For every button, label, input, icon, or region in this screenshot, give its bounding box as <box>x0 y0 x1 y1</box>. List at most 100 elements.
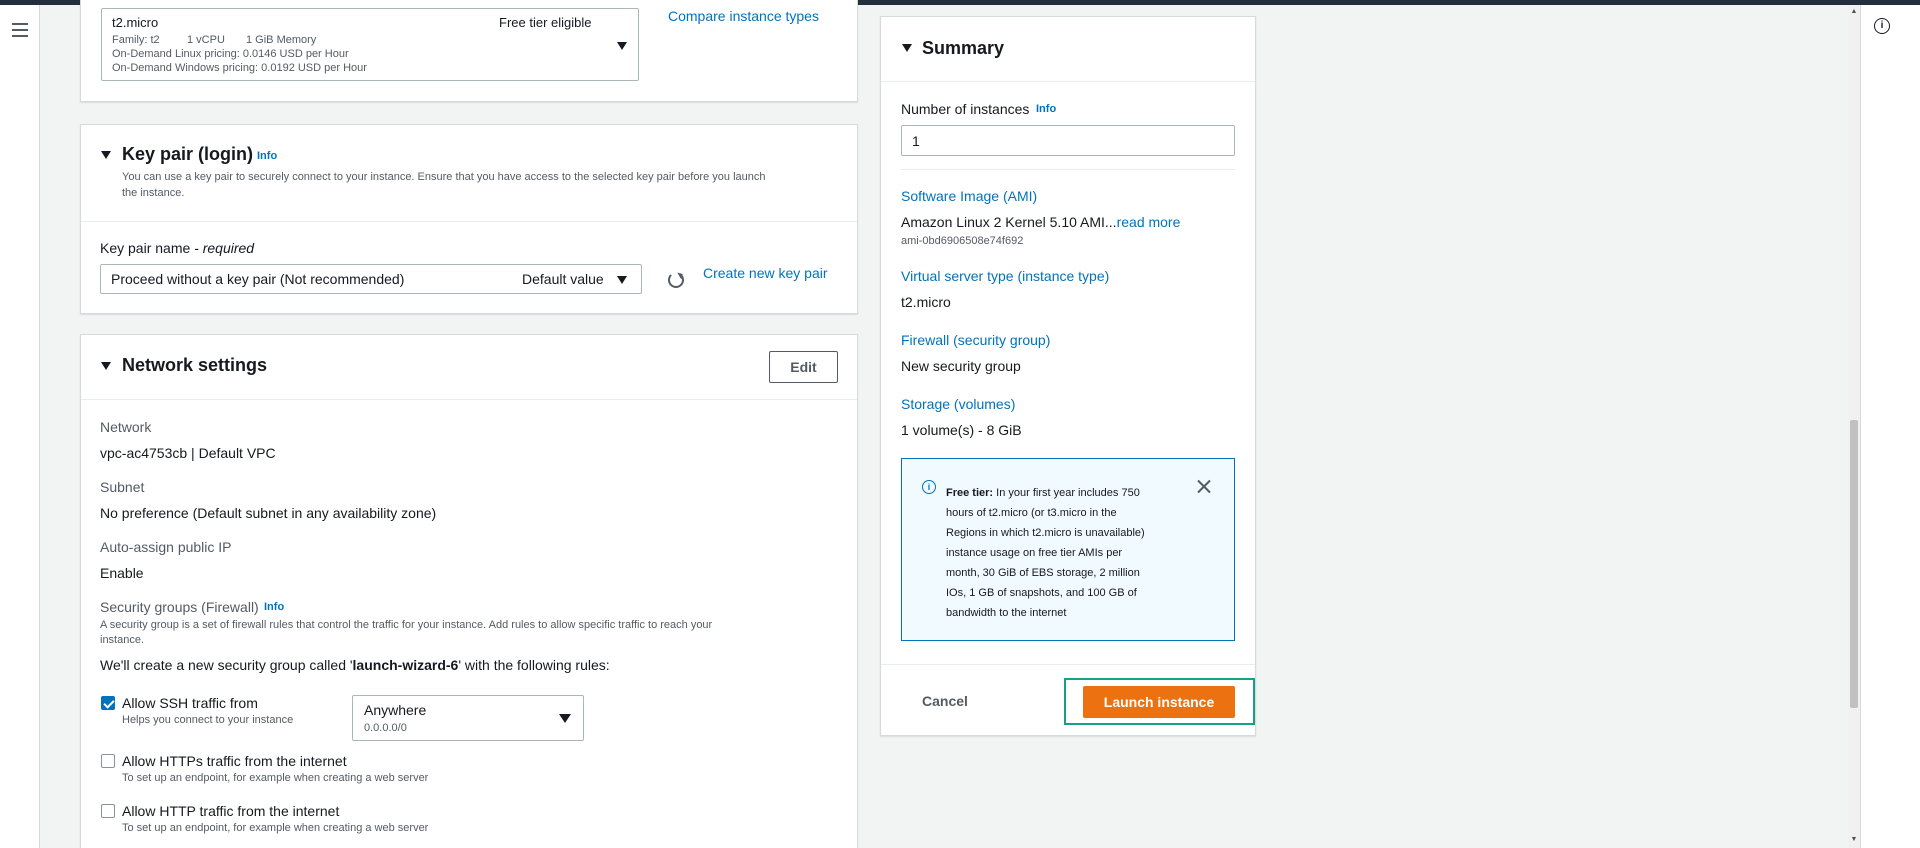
security-groups-label: Security groups (Firewall) <box>100 599 259 615</box>
instance-family: Family: t2 <box>112 34 160 46</box>
https-rule-checkbox[interactable] <box>101 754 115 768</box>
ssh-rule-checkbox[interactable] <box>101 696 115 710</box>
security-groups-description-line1: A security group is a set of firewall ru… <box>100 619 713 631</box>
collapse-caret-icon[interactable] <box>101 362 111 370</box>
create-new-key-pair-link[interactable]: Create new key pair <box>703 265 828 281</box>
caret-down-icon <box>559 714 571 723</box>
linux-pricing: On-Demand Linux pricing: 0.0146 USD per … <box>112 48 349 60</box>
sg-create-suffix: ' with the following rules: <box>458 657 610 673</box>
https-rule-hint: To set up an endpoint, for example when … <box>122 772 429 784</box>
key-pair-select[interactable]: Proceed without a key pair (Not recommen… <box>100 264 642 294</box>
caret-down-icon <box>617 276 627 284</box>
subnet-value: No preference (Default subnet in any ava… <box>100 505 437 521</box>
free-tier-label: Free tier eligible <box>499 15 592 30</box>
divider <box>81 221 857 222</box>
public-ip-label: Auto-assign public IP <box>100 539 232 555</box>
collapse-caret-icon[interactable] <box>101 151 111 159</box>
scrollbar-thumb[interactable] <box>1850 420 1858 708</box>
security-groups-info-link[interactable]: Info <box>264 601 284 613</box>
ami-link[interactable]: Software Image (AMI) <box>901 188 1037 204</box>
free-tier-title: Free tier: <box>946 487 994 499</box>
sg-name: launch-wizard-6 <box>352 657 459 673</box>
key-pair-title: Key pair (login) <box>122 144 254 164</box>
instance-type-select[interactable]: t2.micro Free tier eligible Family: t2 1… <box>101 8 639 81</box>
windows-pricing: On-Demand Windows pricing: 0.0192 USD pe… <box>112 62 367 74</box>
http-rule-label: Allow HTTP traffic from the internet <box>122 803 340 819</box>
ssh-rule-label: Allow SSH traffic from <box>122 695 258 711</box>
free-tier-alert: i Free tier: In your first year includes… <box>901 458 1235 641</box>
storage-link[interactable]: Storage (volumes) <box>901 396 1015 412</box>
instance-type-panel: t2.micro Free tier eligible Family: t2 1… <box>80 0 858 102</box>
free-tier-line: Regions in which t2.micro is unavailable… <box>946 527 1145 539</box>
free-tier-line: month, 30 GiB of EBS storage, 2 million <box>946 567 1140 579</box>
security-groups-description-line2: instance. <box>100 634 145 646</box>
launch-instance-button[interactable]: Launch instance <box>1083 686 1235 718</box>
subnet-label: Subnet <box>100 479 145 495</box>
storage-value: 1 volume(s) - 8 GiB <box>901 422 1022 438</box>
firewall-value: New security group <box>901 358 1021 374</box>
key-pair-default-tag: Default value <box>522 271 604 287</box>
free-tier-line: hours of t2.micro (or t3.micro in the <box>946 507 1117 519</box>
instance-type-link[interactable]: Virtual server type (instance type) <box>901 268 1109 284</box>
instance-vcpu: 1 vCPU <box>187 34 225 46</box>
key-pair-info-link[interactable]: Info <box>257 150 277 162</box>
scroll-down-arrow-icon[interactable]: ▼ <box>1849 836 1859 846</box>
free-tier-line: instance usage on free tier AMIs per <box>946 547 1123 559</box>
divider <box>881 664 1255 665</box>
ssh-source-value: Anywhere <box>364 702 427 718</box>
https-rule-label: Allow HTTPs traffic from the internet <box>122 753 347 769</box>
network-label: Network <box>100 419 152 435</box>
ami-name: Amazon Linux 2 Kernel 5.10 AMI... <box>901 214 1117 230</box>
ssh-source-select[interactable]: Anywhere 0.0.0.0/0 <box>352 695 584 741</box>
refresh-icon[interactable] <box>668 272 684 288</box>
divider <box>81 399 857 400</box>
ami-id: ami-0bd6906508e74f692 <box>901 235 1024 247</box>
right-help-rail <box>1860 5 1920 848</box>
key-pair-panel: Key pair (login) Info You can use a key … <box>80 124 858 314</box>
info-circle-icon: i <box>922 480 936 494</box>
compare-instance-types-link[interactable]: Compare instance types <box>668 8 819 24</box>
scroll-up-arrow-icon[interactable]: ▲ <box>1849 8 1859 18</box>
http-rule-checkbox[interactable] <box>101 804 115 818</box>
network-settings-title: Network settings <box>122 355 268 375</box>
key-pair-selected-value: Proceed without a key pair (Not recommen… <box>111 271 405 287</box>
close-icon[interactable] <box>1197 479 1211 493</box>
key-pair-label-text: Key pair name <box>100 240 191 256</box>
ssh-source-cidr: 0.0.0.0/0 <box>364 722 407 734</box>
instance-type-name: t2.micro <box>112 15 159 30</box>
num-instances-label: Number of instances <box>901 101 1030 117</box>
key-pair-description-line2: the instance. <box>122 187 185 199</box>
instance-type-value: t2.micro <box>901 294 951 310</box>
ami-read-more-link[interactable]: read more <box>1117 214 1181 230</box>
help-info-icon[interactable]: i <box>1874 18 1890 34</box>
instance-memory: 1 GiB Memory <box>246 34 317 46</box>
left-navigation-rail <box>0 5 40 848</box>
http-rule-hint: To set up an endpoint, for example when … <box>122 822 429 834</box>
summary-panel: Summary Number of instances Info 1 Softw… <box>880 16 1256 736</box>
free-tier-line: bandwidth to the internet <box>946 607 1067 619</box>
key-pair-description-line1: You can use a key pair to securely conne… <box>122 171 766 183</box>
network-settings-panel: Network settings Edit Network vpc-ac4753… <box>80 334 858 848</box>
public-ip-value: Enable <box>100 565 144 581</box>
free-tier-line: In your first year includes 750 <box>993 487 1140 499</box>
num-instances-value: 1 <box>912 133 920 149</box>
divider <box>881 81 1255 82</box>
cancel-button[interactable]: Cancel <box>922 693 968 709</box>
divider <box>901 169 1235 170</box>
num-instances-input[interactable]: 1 <box>901 125 1235 156</box>
ssh-rule-hint: Helps you connect to your instance <box>122 714 294 726</box>
free-tier-line: IOs, 1 GB of snapshots, and 100 GB of <box>946 587 1137 599</box>
summary-title: Summary <box>922 38 1005 58</box>
security-group-create-text: We'll create a new security group called… <box>100 657 610 673</box>
firewall-link[interactable]: Firewall (security group) <box>901 332 1050 348</box>
free-tier-text: Free tier: In your first year includes 7… <box>946 483 1145 623</box>
edit-button[interactable]: Edit <box>769 351 838 383</box>
num-instances-info-link[interactable]: Info <box>1036 103 1056 115</box>
hamburger-menu-icon[interactable] <box>12 23 28 37</box>
network-value: vpc-ac4753cb | Default VPC <box>100 445 276 461</box>
ami-value: Amazon Linux 2 Kernel 5.10 AMI...read mo… <box>901 214 1180 230</box>
collapse-caret-icon[interactable] <box>902 44 912 52</box>
key-pair-field-label: Key pair name - required <box>100 240 254 256</box>
required-marker: - required <box>194 240 255 256</box>
caret-down-icon <box>617 42 627 50</box>
